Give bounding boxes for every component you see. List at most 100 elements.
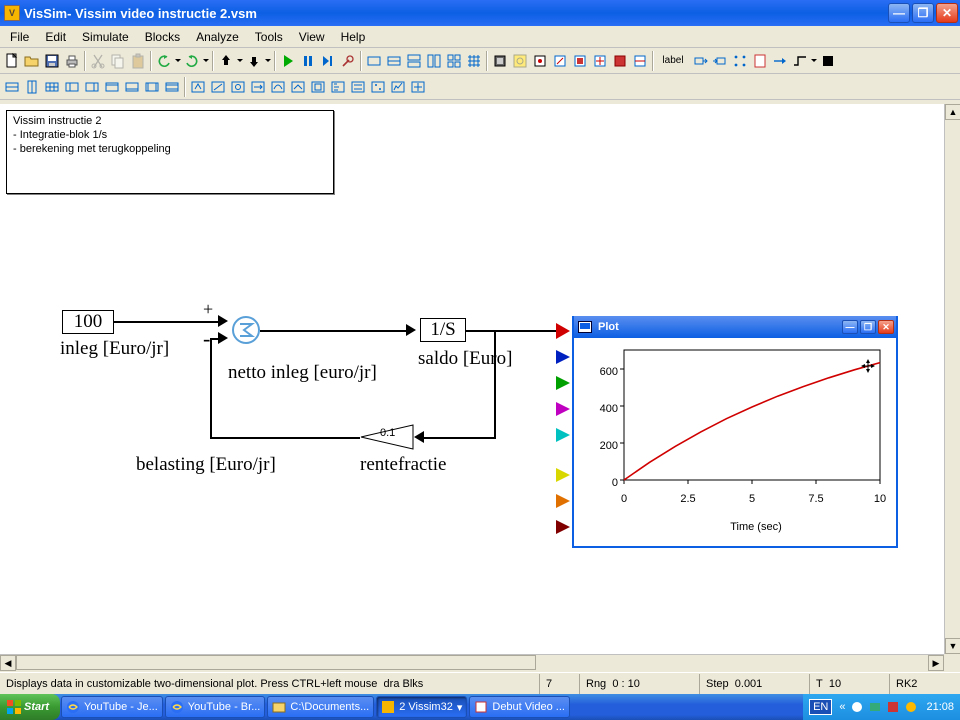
scroll-right-button[interactable]: ▶ (928, 655, 944, 671)
close-button[interactable]: ✕ (936, 3, 958, 23)
chip4-button[interactable] (550, 51, 570, 71)
block-c-button[interactable] (404, 51, 424, 71)
tb2-btn-21[interactable] (408, 77, 428, 97)
port-out-button[interactable] (710, 51, 730, 71)
chip5-button[interactable] (570, 51, 590, 71)
tb2-btn-11[interactable] (208, 77, 228, 97)
undo-dropdown[interactable] (174, 51, 182, 71)
start-button[interactable]: Start (0, 694, 60, 720)
port-in-button[interactable] (690, 51, 710, 71)
wire-dropdown[interactable] (810, 51, 818, 71)
scroll-thumb[interactable] (16, 655, 536, 670)
label-button[interactable]: label (656, 51, 690, 71)
tb2-btn-4[interactable] (62, 77, 82, 97)
connector-button[interactable] (770, 51, 790, 71)
tray-icon[interactable] (868, 700, 882, 714)
plot-titlebar[interactable]: Plot — ❐ ✕ (574, 316, 896, 338)
run-button[interactable] (278, 51, 298, 71)
minimize-button[interactable]: — (888, 3, 910, 23)
plot-port-2[interactable] (556, 350, 570, 364)
tray-icon[interactable] (886, 700, 900, 714)
tray-clock[interactable]: 21:08 (926, 701, 954, 713)
wire-button[interactable] (790, 51, 810, 71)
menu-edit[interactable]: Edit (37, 28, 74, 46)
tb2-btn-5[interactable] (82, 77, 102, 97)
plot-port-7[interactable] (556, 494, 570, 508)
plot-port-3[interactable] (556, 376, 570, 390)
new-button[interactable] (2, 51, 22, 71)
tb2-btn-20[interactable] (388, 77, 408, 97)
redo-button[interactable] (182, 51, 202, 71)
taskbar-item-active[interactable]: 2 Vissim32 ▾ (376, 696, 467, 718)
tray-chevrons-icon[interactable]: « (839, 701, 845, 713)
sheet-button[interactable] (750, 51, 770, 71)
chip2-button[interactable] (510, 51, 530, 71)
port-grid-button[interactable] (730, 51, 750, 71)
chip3-button[interactable] (530, 51, 550, 71)
tray-icon[interactable] (850, 700, 864, 714)
plot-maximize-button[interactable]: ❐ (860, 320, 876, 334)
undo-button[interactable] (154, 51, 174, 71)
tb2-btn-14[interactable] (268, 77, 288, 97)
chip1-button[interactable] (490, 51, 510, 71)
tb2-btn-2[interactable] (22, 77, 42, 97)
constant-block[interactable]: 100 (62, 310, 114, 334)
scroll-up-button[interactable]: ▲ (945, 104, 960, 120)
redo-dropdown[interactable] (202, 51, 210, 71)
taskbar-item[interactable]: C:\Documents... (267, 696, 374, 718)
tb2-btn-7[interactable] (122, 77, 142, 97)
tb2-btn-19[interactable] (368, 77, 388, 97)
plot-window[interactable]: Plot — ❐ ✕ 0 200 400 600 0 2.5 (572, 316, 898, 548)
block-grid-button[interactable] (464, 51, 484, 71)
tb2-btn-1[interactable] (2, 77, 22, 97)
tb2-btn-3[interactable] (42, 77, 62, 97)
maximize-button[interactable]: ❐ (912, 3, 934, 23)
scroll-down-button[interactable]: ▼ (945, 638, 960, 654)
tb2-btn-18[interactable] (348, 77, 368, 97)
block-a-button[interactable] (364, 51, 384, 71)
tray-lang[interactable]: EN (809, 699, 832, 715)
taskbar-item[interactable]: YouTube - Br... (165, 696, 266, 718)
plot-port-8[interactable] (556, 520, 570, 534)
cut-button[interactable] (88, 51, 108, 71)
tb2-btn-10[interactable] (188, 77, 208, 97)
taskbar-item[interactable]: Debut Video ... (469, 696, 570, 718)
level-down-button[interactable] (244, 51, 264, 71)
paste-button[interactable] (128, 51, 148, 71)
gain-block[interactable]: 0.1 (360, 424, 414, 450)
integrator-block[interactable]: 1/S (420, 318, 466, 342)
copy-button[interactable] (108, 51, 128, 71)
menu-help[interactable]: Help (333, 28, 374, 46)
probe-button[interactable] (338, 51, 358, 71)
tb2-btn-6[interactable] (102, 77, 122, 97)
chip6-button[interactable] (590, 51, 610, 71)
summing-junction[interactable] (232, 316, 260, 344)
plot-port-6[interactable] (556, 468, 570, 482)
menu-file[interactable]: File (2, 28, 37, 46)
save-button[interactable] (42, 51, 62, 71)
tb2-btn-9[interactable] (162, 77, 182, 97)
plot-port-4[interactable] (556, 402, 570, 416)
tb2-btn-17[interactable] (328, 77, 348, 97)
diagram-canvas[interactable]: Vissim instructie 2 - Integratie-blok 1/… (0, 104, 960, 670)
menu-blocks[interactable]: Blocks (137, 28, 188, 46)
menu-simulate[interactable]: Simulate (74, 28, 137, 46)
horizontal-scrollbar[interactable]: ◀ ▶ (0, 654, 944, 670)
tray-icon[interactable] (904, 700, 918, 714)
stop-button[interactable] (818, 51, 838, 71)
tb2-btn-12[interactable] (228, 77, 248, 97)
pause-button[interactable] (298, 51, 318, 71)
tb2-btn-13[interactable] (248, 77, 268, 97)
taskbar-item[interactable]: YouTube - Je... (61, 696, 163, 718)
system-tray[interactable]: EN « 21:08 (803, 694, 960, 720)
plot-port-5[interactable] (556, 428, 570, 442)
vertical-scrollbar[interactable]: ▲ ▼ (944, 104, 960, 654)
scroll-left-button[interactable]: ◀ (0, 655, 16, 671)
note-box[interactable]: Vissim instructie 2 - Integratie-blok 1/… (6, 110, 334, 194)
open-button[interactable] (22, 51, 42, 71)
tb2-btn-8[interactable] (142, 77, 162, 97)
level-up-button[interactable] (216, 51, 236, 71)
menu-view[interactable]: View (291, 28, 333, 46)
level-down-dropdown[interactable] (264, 51, 272, 71)
block-b-button[interactable] (384, 51, 404, 71)
